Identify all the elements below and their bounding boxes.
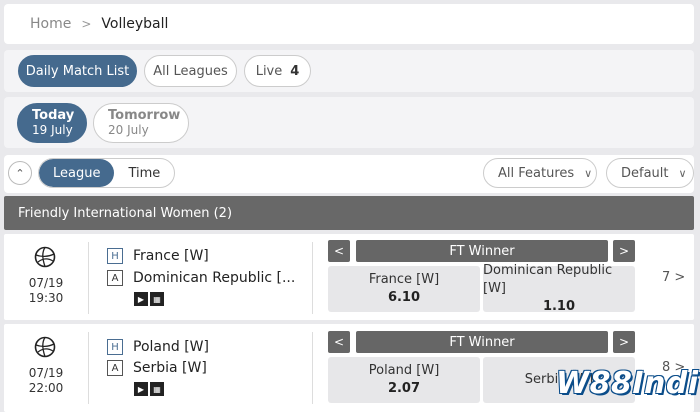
odds-away-button[interactable]: Dominican Republic [W] 1.10 [483,263,635,314]
home-team[interactable]: H Poland [W] [107,337,209,357]
away-tag: A [107,360,123,376]
tab-daily-match-list[interactable]: Daily Match List [18,55,137,87]
tab-all-leagues[interactable]: All Leagues [144,55,237,87]
home-tag: H [107,248,123,264]
view-time-button[interactable]: Time [114,159,174,187]
match-row: 07/19 19:30 H France [W] A Dominican Rep… [4,234,694,320]
match-time: 19:30 [28,291,64,305]
scoreboard-icon[interactable]: ▦ [150,292,164,306]
odds-home-button[interactable]: Poland [W] 2.07 [328,357,480,403]
day-date: 20 July [108,123,149,137]
league-name: Friendly International Women (2) [18,205,233,221]
divider [88,332,89,404]
scoreboard-icon[interactable]: ▦ [150,382,164,396]
sort-dropdown[interactable]: Default ∨ [606,158,694,188]
home-tag: H [107,339,123,355]
match-media: ▶ ▦ [134,382,164,396]
match-time: 22:00 [28,381,64,395]
chevron-down-icon: ∨ [584,166,593,180]
odds-price: 1.10 [542,299,576,314]
divider [88,242,89,314]
market-title: FT Winner [356,240,608,262]
view-controls: ⌃ League Time All Features ∨ Default ∨ [4,155,694,193]
tab-live[interactable]: Live 4 [244,55,311,87]
market-title: FT Winner [356,331,608,353]
volleyball-icon [34,336,56,358]
day-date: 19 July [32,123,73,137]
page-title: Volleyball [101,16,169,32]
play-icon[interactable]: ▶ [134,382,148,396]
day-label: Tomorrow [108,108,181,123]
day-tomorrow[interactable]: Tomorrow 20 July [93,103,189,143]
watermark-logo: W88Indi [556,366,699,401]
view-league-button[interactable]: League [39,159,115,187]
league-header[interactable]: Friendly International Women (2) [4,196,694,230]
match-date: 07/19 [28,366,64,380]
tab-live-label: Live [255,63,283,79]
market-prev-button[interactable]: < [328,331,350,353]
home-team[interactable]: H France [W] [107,246,209,266]
odds-team: Dominican Republic [W] [483,263,613,296]
odds-price: 6.10 [387,290,421,305]
match-date: 07/19 [28,276,64,290]
away-team[interactable]: A Serbia [W] [107,358,207,378]
away-team-name: Dominican Republic [... [133,270,296,286]
breadcrumb-home[interactable]: Home [30,16,71,32]
day-today[interactable]: Today 19 July [17,103,87,143]
chevron-down-icon: ∨ [678,166,687,180]
market-next-button[interactable]: > [613,331,635,353]
odds-price: 2.07 [387,381,421,396]
features-dropdown[interactable]: All Features ∨ [483,158,597,188]
view-toggle: League Time [38,158,176,188]
market-prev-button[interactable]: < [328,240,350,262]
play-icon[interactable]: ▶ [134,292,148,306]
market-next-button[interactable]: > [613,240,635,262]
divider [312,332,313,404]
day-selector: Today 19 July Tomorrow 20 July [4,97,694,148]
live-count-badge: 4 [290,63,300,79]
away-tag: A [107,270,123,286]
sort-value: Default [621,165,669,181]
breadcrumb: Home > Volleyball [4,4,694,44]
odds-team: France [W] [368,272,440,287]
divider [312,242,313,314]
more-markets-link[interactable]: 7 > [662,270,685,285]
odds-home-button[interactable]: France [W] 6.10 [328,266,480,312]
home-team-name: France [W] [133,248,209,264]
away-team[interactable]: A Dominican Republic [... [107,268,295,288]
volleyball-icon [34,246,56,268]
chevron-right-icon: > [81,17,92,31]
double-chevron-up-icon[interactable]: ⌃ [8,161,32,185]
odds-team: Poland [W] [368,363,440,378]
features-value: All Features [498,165,575,181]
day-label: Today [32,108,75,123]
home-team-name: Poland [W] [133,339,209,355]
match-media: ▶ ▦ [134,292,164,306]
away-team-name: Serbia [W] [133,360,207,376]
tab-bar: Daily Match List All Leagues Live 4 [4,50,694,92]
